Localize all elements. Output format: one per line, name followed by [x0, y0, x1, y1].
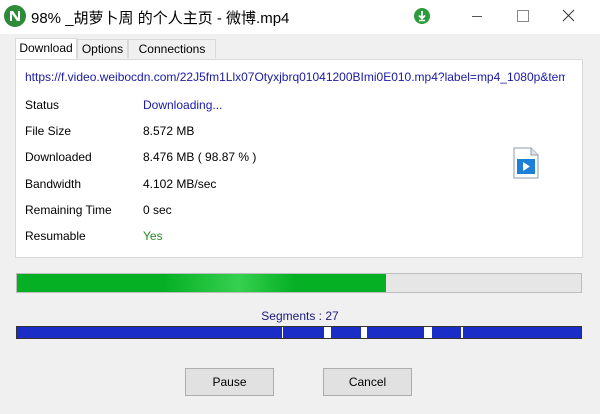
window-title: 98% _胡萝卜周 的个人主页 - 微博.mp4 — [31, 10, 290, 27]
status-value: Downloading... — [143, 98, 223, 112]
segment-gap — [281, 327, 283, 338]
segments-label: Segments : 27 — [261, 309, 339, 323]
segment-gap — [424, 327, 433, 338]
download-arrow-icon — [414, 8, 430, 24]
bandwidth-value: 4.102 MB/sec — [143, 177, 217, 191]
remaining-time-value: 0 sec — [143, 203, 172, 217]
download-dialog: 98% _胡萝卜周 的个人主页 - 微博.mp4 Download Option… — [0, 0, 600, 414]
segment-gap — [461, 327, 463, 338]
download-panel: https://f.video.weibocdn.com/22J5fm1Llx0… — [15, 59, 583, 258]
tab-download[interactable]: Download — [15, 38, 77, 59]
resumable-value: Yes — [143, 229, 163, 243]
bandwidth-label: Bandwidth — [25, 177, 82, 191]
close-button[interactable] — [546, 0, 592, 32]
cancel-button[interactable]: Cancel — [323, 368, 412, 396]
remaining-time-label: Remaining Time — [25, 203, 112, 217]
pause-button[interactable]: Pause — [185, 368, 274, 396]
download-url: https://f.video.weibocdn.com/22J5fm1Llx0… — [25, 70, 565, 84]
title-bar[interactable]: 98% _胡萝卜周 的个人主页 - 微博.mp4 — [0, 0, 600, 34]
app-logo-icon — [4, 5, 26, 27]
tab-connections[interactable]: Connections — [128, 39, 216, 58]
file-size-label: File Size — [25, 124, 72, 138]
tab-options[interactable]: Options — [77, 39, 128, 58]
downloaded-value: 8.476 MB ( 98.87 % ) — [143, 150, 257, 164]
video-file-icon — [513, 147, 539, 179]
maximize-button[interactable] — [500, 0, 546, 32]
minimize-button[interactable] — [454, 0, 500, 32]
download-progress-bar — [16, 273, 582, 293]
downloaded-label: Downloaded — [25, 150, 92, 164]
segments-bar — [16, 326, 582, 339]
close-icon — [562, 9, 575, 22]
status-label: Status — [25, 98, 60, 112]
segment-gap — [361, 327, 367, 338]
progress-fill — [17, 274, 387, 292]
segment-gap — [324, 327, 332, 338]
file-size-value: 8.572 MB — [143, 124, 195, 138]
resumable-label: Resumable — [25, 229, 86, 243]
